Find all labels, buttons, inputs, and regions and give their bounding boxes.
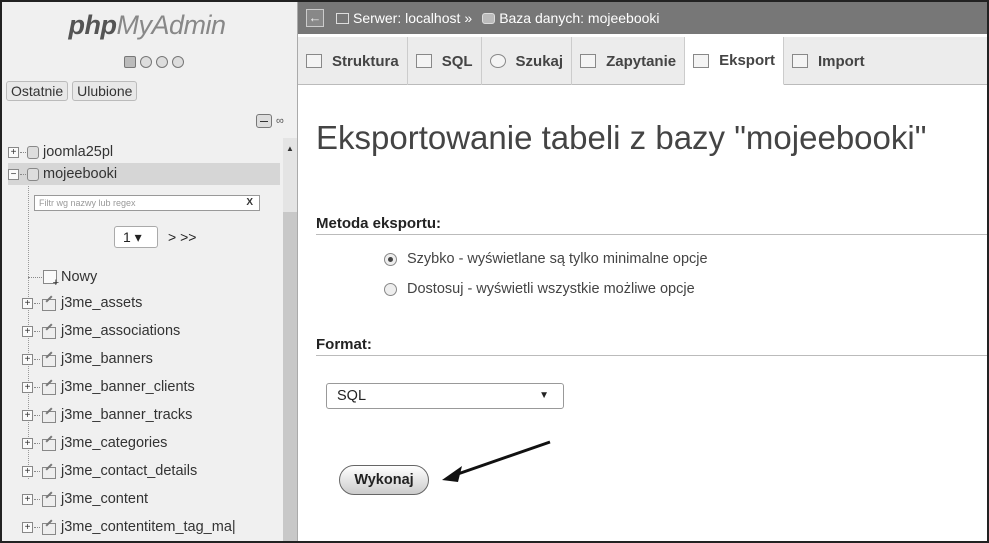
query-icon <box>580 54 597 68</box>
scroll-up-icon[interactable]: ▲ <box>286 144 294 153</box>
tree-table-item[interactable]: + j3me_banner_tracks <box>22 404 192 426</box>
database-icon <box>27 167 39 181</box>
tree-table-item[interactable]: + j3me_associations <box>22 320 180 342</box>
export-icon <box>693 53 710 68</box>
recent-favorites-tabs: Ostatnie Ulubione <box>6 81 138 101</box>
tree-table-item[interactable]: + j3me_assets <box>22 292 142 314</box>
db-name: joomla25pl <box>43 144 114 160</box>
page-title: Eksportowanie tabeli z bazy "mojeebooki" <box>316 119 927 156</box>
export-method-label: Metoda eksportu: <box>316 215 442 232</box>
expand-icon[interactable]: + <box>22 297 33 309</box>
go-button[interactable]: Wykonaj <box>339 465 429 495</box>
sql-icon <box>415 54 432 68</box>
back-arrow-icon[interactable]: ← <box>306 9 324 27</box>
clear-filter-icon[interactable]: X <box>246 196 253 210</box>
quick-links <box>124 56 184 68</box>
settings-icon[interactable] <box>172 56 184 68</box>
link-with-main-icon[interactable]: ∞ <box>276 115 284 127</box>
breadcrumb-server[interactable]: Serwer: localhost <box>353 10 460 26</box>
expand-icon[interactable]: + <box>22 381 33 393</box>
collapse-all-icon[interactable] <box>256 114 272 128</box>
tab-favorites[interactable]: Ulubione <box>72 81 138 101</box>
table-icon <box>41 437 57 451</box>
home-icon[interactable] <box>124 56 136 68</box>
new-table-icon <box>43 270 59 289</box>
breadcrumb: ← Serwer: localhost » Baza danych: mojee… <box>298 2 987 34</box>
format-select[interactable]: SQL ▼ <box>326 383 564 409</box>
format-label: Format: <box>316 336 372 353</box>
tab-bar: Struktura SQL Szukaj Zapytanie Eksport I… <box>298 37 987 85</box>
radio-button-checked[interactable] <box>384 252 397 266</box>
docs-icon[interactable] <box>156 56 168 68</box>
tree-pager: 1 ▾ > >> <box>114 226 196 248</box>
db-name: mojeebooki <box>43 166 118 182</box>
expand-icon[interactable]: + <box>22 465 33 477</box>
next-page-link[interactable]: > >> <box>168 229 196 245</box>
page-select[interactable]: 1 ▾ <box>114 226 158 248</box>
tab-query[interactable]: Zapytanie <box>572 37 686 85</box>
search-icon <box>489 54 506 68</box>
breadcrumb-database[interactable]: Baza danych: mojeebooki <box>499 10 659 26</box>
collapse-icon[interactable]: − <box>8 168 19 180</box>
table-icon <box>41 409 57 423</box>
table-icon <box>41 493 57 507</box>
radio-quick[interactable]: Szybko - wyświetlane są tylko minimalne … <box>384 251 708 267</box>
tree-new-table[interactable]: Nowy <box>28 266 98 289</box>
chevron-down-icon: ▼ <box>539 390 549 401</box>
tab-recent[interactable]: Ostatnie <box>6 81 69 101</box>
database-icon <box>482 12 496 24</box>
structure-icon <box>306 54 322 68</box>
tree-table-item[interactable]: + j3me_categories <box>22 432 167 454</box>
expand-icon[interactable]: + <box>22 409 33 421</box>
expand-icon[interactable]: + <box>22 325 33 337</box>
table-icon <box>41 465 57 479</box>
tab-export[interactable]: Eksport <box>685 37 784 85</box>
tab-sql[interactable]: SQL <box>408 37 482 85</box>
window-frame: phpMyAdmin Ostatnie Ulubione ∞ + joomla2… <box>0 0 989 543</box>
table-icon <box>41 521 57 535</box>
expand-icon[interactable]: + <box>22 353 33 365</box>
divider <box>316 234 987 235</box>
expand-icon[interactable]: + <box>22 437 33 449</box>
expand-icon[interactable]: + <box>22 521 33 533</box>
tree-table-item[interactable]: + j3me_contentitem_tag_ma| <box>22 516 236 538</box>
table-icon <box>41 325 57 339</box>
logout-icon[interactable] <box>140 56 152 68</box>
table-icon <box>41 297 57 311</box>
table-filter-input[interactable]: Filtr wg nazwy lub regex X <box>34 195 260 211</box>
tree-table-item[interactable]: + j3me_banner_clients <box>22 376 195 398</box>
expand-icon[interactable]: + <box>8 146 19 158</box>
radio-custom[interactable]: Dostosuj - wyświetli wszystkie możliwe o… <box>384 281 695 297</box>
server-icon <box>336 12 349 24</box>
new-label: Nowy <box>61 269 98 285</box>
tab-search[interactable]: Szukaj <box>482 37 573 85</box>
annotation-arrow-icon <box>442 440 551 482</box>
navigation-panel: phpMyAdmin Ostatnie Ulubione ∞ + joomla2… <box>2 2 298 541</box>
database-icon <box>27 145 39 159</box>
tab-structure[interactable]: Struktura <box>298 37 408 85</box>
main-panel: ← Serwer: localhost » Baza danych: mojee… <box>298 2 987 541</box>
tree-table-item[interactable]: + j3me_banners <box>22 348 153 370</box>
tab-import[interactable]: Import <box>784 37 873 85</box>
divider <box>316 355 987 356</box>
radio-button[interactable] <box>384 282 397 296</box>
expand-icon[interactable]: + <box>22 493 33 505</box>
tree-scrollbar-thumb[interactable] <box>283 212 297 541</box>
tree-db-mojeebooki[interactable]: − mojeebooki <box>8 163 117 185</box>
import-icon <box>791 54 808 68</box>
table-icon <box>41 381 57 395</box>
table-icon <box>41 353 57 367</box>
phpmyadmin-logo[interactable]: phpMyAdmin <box>2 10 292 41</box>
database-tree: + joomla25pl − mojeebooki Filtr wg nazwy… <box>2 138 282 541</box>
tree-table-item[interactable]: + j3me_content <box>22 488 148 510</box>
tree-db-joomla25pl[interactable]: + joomla25pl <box>8 141 113 163</box>
tree-controls: ∞ <box>256 114 284 128</box>
tree-table-item[interactable]: + j3me_contact_details <box>22 460 197 482</box>
